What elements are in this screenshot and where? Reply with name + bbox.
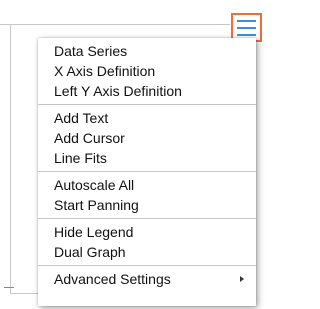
menu-separator bbox=[38, 171, 256, 172]
menu-group-layout: Hide Legend Dual Graph bbox=[38, 222, 256, 262]
chevron-right-icon bbox=[240, 276, 244, 282]
context-menu: Data Series X Axis Definition Left Y Axi… bbox=[38, 38, 256, 306]
menu-item-add-text[interactable]: Add Text bbox=[38, 108, 256, 128]
menu-item-left-y-axis-definition[interactable]: Left Y Axis Definition bbox=[38, 81, 256, 101]
menu-item-start-panning[interactable]: Start Panning bbox=[38, 195, 256, 215]
menu-group-view: Autoscale All Start Panning bbox=[38, 175, 256, 215]
panel-border-left bbox=[10, 24, 11, 294]
menu-separator bbox=[38, 104, 256, 105]
menu-item-data-series[interactable]: Data Series bbox=[38, 41, 256, 61]
menu-item-hide-legend[interactable]: Hide Legend bbox=[38, 222, 256, 242]
menu-item-line-fits[interactable]: Line Fits bbox=[38, 148, 256, 168]
menu-item-dual-graph[interactable]: Dual Graph bbox=[38, 242, 256, 262]
hamburger-menu-icon-bar bbox=[237, 26, 256, 29]
panel-border-top bbox=[0, 24, 230, 25]
graph-panel: Data Series X Axis Definition Left Y Axi… bbox=[0, 0, 265, 309]
menu-item-autoscale-all[interactable]: Autoscale All bbox=[38, 175, 256, 195]
menu-item-advanced-settings-label: Advanced Settings bbox=[54, 271, 171, 287]
menu-separator bbox=[38, 218, 256, 219]
axis-tick bbox=[4, 287, 14, 288]
menu-group-advanced: Advanced Settings bbox=[38, 269, 256, 289]
panel-border-bottom bbox=[10, 293, 40, 294]
hamburger-menu-icon bbox=[237, 19, 256, 22]
menu-group-annotations: Add Text Add Cursor Line Fits bbox=[38, 108, 256, 168]
hamburger-menu-icon-bar bbox=[237, 33, 256, 36]
menu-item-x-axis-definition[interactable]: X Axis Definition bbox=[38, 61, 256, 81]
menu-group-series: Data Series X Axis Definition Left Y Axi… bbox=[38, 41, 256, 101]
menu-item-advanced-settings[interactable]: Advanced Settings bbox=[38, 269, 256, 289]
menu-separator bbox=[38, 265, 256, 266]
menu-item-add-cursor[interactable]: Add Cursor bbox=[38, 128, 256, 148]
